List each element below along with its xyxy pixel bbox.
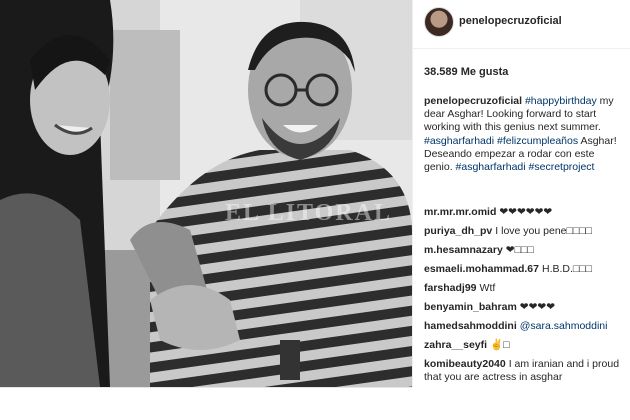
- comment-text: Wtf: [479, 282, 496, 294]
- comment-text: ❤□□□: [505, 244, 534, 256]
- hashtag[interactable]: #asgharfarhadi: [456, 161, 526, 173]
- photo-watermark: EL LITORAL: [225, 200, 392, 226]
- comment-username[interactable]: benyamin_bahram: [424, 301, 517, 313]
- comment-username[interactable]: mr.mr.mr.omid: [424, 206, 496, 218]
- photo-image: [0, 0, 412, 387]
- caption-username[interactable]: penelopecruzoficial: [424, 95, 522, 107]
- comment-username[interactable]: komibeauty2040: [424, 358, 506, 370]
- likes-count[interactable]: 38.589 Me gusta: [424, 66, 508, 78]
- comment-text: ❤❤❤❤❤❤: [499, 206, 553, 218]
- comment: hamedsahmoddini @sara.sahmoddini: [424, 320, 628, 333]
- comment-username[interactable]: m.hesamnazary: [424, 244, 503, 256]
- bottom-whitespace: [0, 388, 630, 420]
- comments-list: mr.mr.mr.omid ❤❤❤❤❤❤ puriya_dh_pv I love y…: [424, 206, 628, 390]
- post-photo[interactable]: EL LITORAL: [0, 0, 412, 388]
- comment-text: H.B.D.□□□: [541, 263, 592, 275]
- comment-text: ✌□: [490, 339, 510, 351]
- comment: m.hesamnazary ❤□□□: [424, 244, 628, 257]
- comment: farshadj99 Wtf: [424, 282, 628, 295]
- comment-username[interactable]: farshadj99: [424, 282, 477, 294]
- post-username[interactable]: penelopecruzoficial: [459, 15, 562, 27]
- post-sidebar: penelopecruzoficial 38.589 Me gusta pene…: [412, 0, 630, 387]
- comment-username[interactable]: zahra__seyfi: [424, 339, 487, 351]
- comment: puriya_dh_pv I love you pene□□□□: [424, 225, 628, 238]
- hashtag[interactable]: #felizcumpleaños: [497, 135, 578, 147]
- hashtag[interactable]: #secretproject: [529, 161, 595, 173]
- comment-text: ❤❤❤❤: [519, 301, 555, 313]
- avatar[interactable]: [424, 7, 454, 37]
- comment-mention[interactable]: @sara.sahmoddini: [520, 320, 608, 332]
- comment-username[interactable]: esmaeli.mohammad.67: [424, 263, 539, 275]
- hashtag[interactable]: #asgharfarhadi: [424, 135, 494, 147]
- comment: zahra__seyfi ✌□: [424, 339, 628, 352]
- comment: benyamin_bahram ❤❤❤❤: [424, 301, 628, 314]
- post-caption: penelopecruzoficial #happybirthday my de…: [424, 95, 624, 174]
- comment: esmaeli.mohammad.67 H.B.D.□□□: [424, 263, 628, 276]
- comment-text: I love you pene□□□□: [495, 225, 592, 237]
- comment-username[interactable]: puriya_dh_pv: [424, 225, 492, 237]
- hashtag[interactable]: #happybirthday: [525, 95, 597, 107]
- comment: mr.mr.mr.omid ❤❤❤❤❤❤: [424, 206, 628, 219]
- post-header: penelopecruzoficial: [413, 0, 630, 49]
- instagram-post: EL LITORAL penelopecruzoficial 38.589 Me…: [0, 0, 630, 420]
- comment-username[interactable]: hamedsahmoddini: [424, 320, 517, 332]
- comment: komibeauty2040 I am iranian and i proud t…: [424, 358, 628, 384]
